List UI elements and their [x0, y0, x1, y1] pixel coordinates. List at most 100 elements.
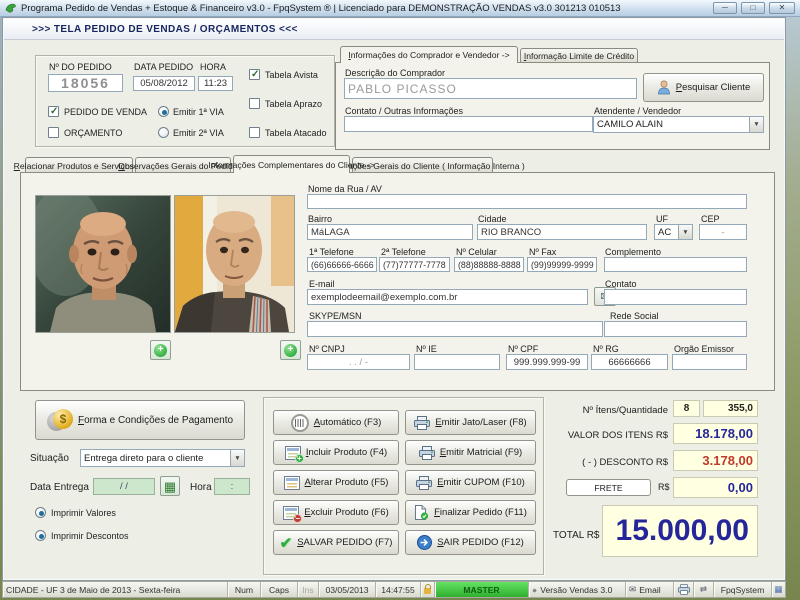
order-time-field[interactable]: 11:23 [198, 76, 233, 91]
print-matrix-button[interactable]: Emitir Matricial (F9) [405, 440, 536, 465]
state-dropdown[interactable]: AC ▼ [654, 224, 693, 240]
buyer-contact-field[interactable] [344, 116, 593, 132]
order-time-label: HORA [200, 62, 227, 72]
rg-field[interactable]: 66666666 [591, 354, 668, 370]
city-field[interactable]: RIO BRANCO [477, 224, 647, 240]
print-discounts-label: Imprimir Descontos [51, 531, 129, 541]
freight-button[interactable]: FRETE [566, 479, 651, 496]
delete-product-button[interactable]: − Excluir Produto (F6) [273, 500, 399, 525]
tab-products-services[interactable]: Relacionar Produtos e Serviços -> [14, 157, 144, 173]
buyer-description-field[interactable]: PABLO PICASSO [344, 78, 637, 99]
chevron-down-icon[interactable]: ▼ [749, 117, 763, 132]
status-grid-segment: ▦ [772, 582, 785, 597]
exit-order-button[interactable]: SAIR PEDIDO (F12) [405, 530, 536, 555]
ie-label: Nº IE [416, 344, 437, 354]
phone2-label: 2ª Telefone [381, 247, 426, 257]
titlebar: Programa Pedido de Vendas + Estoque & Fi… [0, 0, 800, 17]
app-window: Programa Pedido de Vendas + Estoque & Fi… [0, 0, 800, 600]
automatic-button[interactable]: Automático (F3) [273, 410, 399, 435]
sale-order-checkbox[interactable]: ✓ [48, 106, 59, 117]
add-product-button[interactable]: + Incluir Produto (F4) [273, 440, 399, 465]
fax-label: Nº Fax [529, 247, 557, 257]
envelope-icon: ✉ [629, 584, 637, 594]
items-quantity-field: 355,0 [703, 400, 758, 417]
payment-terms-label: Forma e Condições de Pagamento [77, 414, 234, 426]
status-connection-segment[interactable]: ⇄ [694, 582, 714, 597]
tab-credit-limit-info[interactable]: Informação Limite de Crédito [520, 48, 638, 63]
minimize-button[interactable]: ─ [713, 2, 737, 14]
finalize-order-button[interactable]: Finalizar Pedido (F11) [405, 500, 536, 525]
payment-terms-button[interactable]: $ Forma e Condições de Pagamento [35, 400, 245, 440]
print-inkjet-button[interactable]: Emitir Jato/Laser (F8) [405, 410, 536, 435]
quote-checkbox[interactable]: ✓ [48, 127, 59, 138]
edit-product-button[interactable]: Alterar Produto (F5) [273, 470, 399, 495]
issuer-field[interactable] [672, 354, 747, 370]
rg-label: Nº RG [593, 344, 619, 354]
order-number-label: Nº DO PEDIDO [49, 62, 112, 72]
term-table-checkbox[interactable]: ✓ [249, 98, 260, 109]
ie-field[interactable] [414, 354, 500, 370]
action-buttons-panel: Automático (F3) + Incluir Produto (F4) Al… [263, 397, 544, 575]
cpf-label: Nº CPF [508, 344, 539, 354]
maximize-button[interactable]: □ [741, 2, 765, 14]
chevron-down-icon[interactable]: ▼ [230, 450, 244, 466]
save-order-button[interactable]: ✔ SALVAR PEDIDO (F7) [273, 530, 399, 555]
salesperson-dropdown[interactable]: CAMILO ALAIN ▼ [593, 116, 764, 133]
emit-first-copy-radio[interactable] [158, 106, 169, 117]
wholesale-table-checkbox[interactable]: ✓ [249, 127, 260, 138]
add-photo-1-button[interactable]: + [150, 340, 171, 360]
phone2-field[interactable]: (77)77777-7778 [379, 257, 450, 272]
status-email[interactable]: ✉ Email [626, 582, 674, 597]
close-button[interactable]: ✕ [769, 2, 795, 14]
print-values-radio[interactable] [35, 507, 46, 518]
cash-table-checkbox[interactable]: ✓ [249, 69, 260, 80]
mobile-field[interactable]: (88)88888-8888 [454, 257, 524, 272]
delivery-time-field[interactable]: : [214, 478, 250, 495]
order-number-field[interactable]: 18056 [48, 74, 123, 92]
term-table-label: Tabela Aprazo [265, 99, 323, 109]
calendar-button[interactable]: ▦ [160, 476, 180, 496]
phone1-field[interactable]: (66)66666-6666 [307, 257, 377, 272]
screen-header: >>> TELA PEDIDO DE VENDAS / ORÇAMENTOS <… [4, 19, 784, 40]
zip-field[interactable]: - [699, 224, 747, 240]
salesperson-label: Atendente / Vendedor [594, 106, 682, 116]
print-discounts-radio[interactable] [35, 530, 46, 541]
print-coupon-button[interactable]: Emitir CUPOM (F10) [405, 470, 536, 495]
status-printer-segment[interactable] [674, 582, 694, 597]
page-title: >>> TELA PEDIDO DE VENDAS / ORÇAMENTOS <… [32, 23, 298, 35]
social-field[interactable] [604, 321, 747, 337]
document-check-icon [415, 505, 429, 520]
cpf-field[interactable]: 999.999.999-99 [506, 354, 588, 370]
add-photo-2-button[interactable]: + [280, 340, 301, 360]
skype-label: SKYPE/MSN [309, 311, 362, 321]
district-field[interactable]: MáLAGA [307, 224, 473, 240]
emit-second-copy-radio[interactable] [158, 127, 169, 138]
items-qty-label: Nº Ítens/Quantidade [582, 405, 668, 416]
sale-order-label: PEDIDO DE VENDA [64, 107, 148, 117]
complement-field[interactable] [604, 257, 747, 272]
table-edit-icon [283, 475, 300, 490]
status-bar: CIDADE - UF 3 de Maio de 2013 - Sexta-fe… [2, 581, 786, 598]
tab-client-complementary-info[interactable]: Informações Complementares do Cliente -> [208, 155, 375, 173]
cnpj-label: Nº CNPJ [309, 344, 345, 354]
fax-field[interactable]: (99)99999-9999 [527, 257, 597, 272]
order-date-field[interactable]: 05/08/2012 [133, 76, 195, 91]
contact-field[interactable] [604, 289, 747, 305]
cnpj-field[interactable]: . . / - [307, 354, 410, 370]
client-panel: + + Nome da Rua / AV Bairro MáLAGA Cidad… [20, 172, 775, 391]
email-field[interactable]: exemplodeemail@exemplo.com.br [307, 289, 588, 305]
total-label: TOTAL R$ [553, 530, 600, 541]
skype-field[interactable] [307, 321, 603, 337]
tab-buyer-seller-info[interactable]: Informações do Comprador e Vendedor -> [340, 46, 518, 63]
status-time: 14:47:55 [376, 582, 421, 597]
status-brand: FpqSystem [714, 582, 772, 597]
app-logo-bird-icon [5, 3, 16, 13]
plus-icon: + [154, 343, 167, 357]
chevron-down-icon[interactable]: ▼ [678, 225, 692, 239]
order-panel: Nº DO PEDIDO 18056 DATA PEDIDO 05/08/201… [35, 55, 335, 147]
status-dropdown[interactable]: Entrega direto para o cliente ▼ [80, 449, 245, 467]
quote-label: ORÇAMENTO [64, 128, 123, 138]
delivery-date-field[interactable]: / / [93, 478, 155, 495]
street-field[interactable] [307, 194, 747, 209]
search-client-button[interactable]: Pesquisar Cliente [643, 73, 764, 102]
